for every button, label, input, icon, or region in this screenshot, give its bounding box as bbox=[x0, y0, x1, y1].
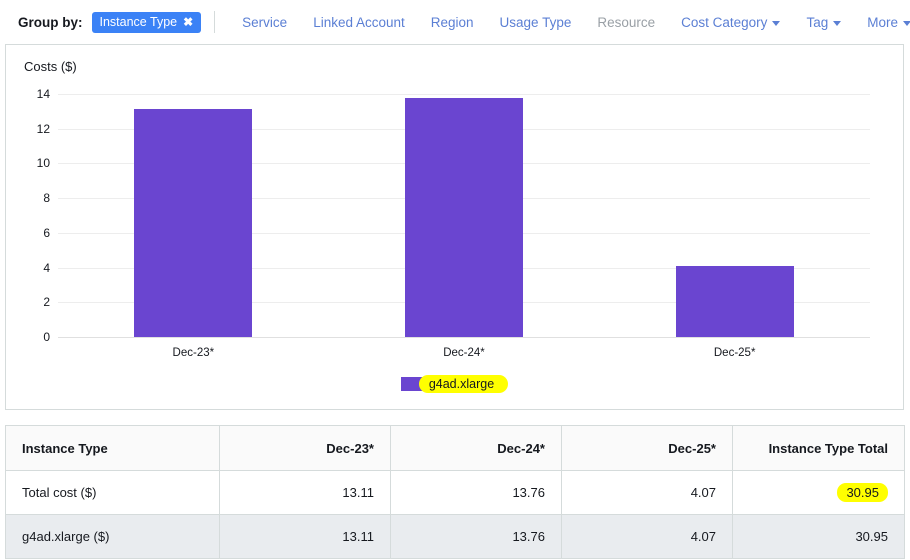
group-by-pill-label: Instance Type bbox=[99, 14, 178, 29]
column-header-instance-type[interactable]: Instance Type bbox=[5, 425, 220, 471]
gridline bbox=[58, 337, 870, 338]
group-by-option-more[interactable]: More bbox=[854, 15, 910, 30]
y-axis-tick-label: 6 bbox=[43, 225, 50, 240]
table-row: Total cost ($) 13.11 13.76 4.07 30.95 bbox=[5, 470, 905, 515]
group-by-option-label: Usage Type bbox=[499, 14, 572, 30]
group-by-label: Group by: bbox=[18, 14, 83, 30]
cost-explorer-view: Group by: Instance Type ✖ Service Linked… bbox=[0, 0, 910, 560]
chevron-down-icon bbox=[902, 20, 910, 26]
x-axis-tick-label: Dec-25* bbox=[713, 347, 756, 359]
group-by-option-cost-category[interactable]: Cost Category bbox=[668, 15, 793, 30]
y-axis-tick-label: 14 bbox=[36, 87, 50, 101]
table-row: g4ad.xlarge ($) 13.11 13.76 4.07 30.95 bbox=[5, 514, 905, 559]
cost-breakdown-table: Instance Type Dec-23* Dec-24* Dec-25* In… bbox=[5, 425, 905, 559]
group-by-option-linked-account[interactable]: Linked Account bbox=[300, 15, 418, 30]
bar-chart-plot-area: 0 2 4 6 8 10 12 14 Dec-23* Dec-24* Dec-25* bbox=[37, 87, 870, 359]
cell-value: 4.07 bbox=[561, 470, 733, 515]
column-header-dec-23[interactable]: Dec-23* bbox=[219, 425, 391, 471]
row-label: g4ad.xlarge ($) bbox=[5, 514, 220, 559]
cell-total: 30.95 bbox=[732, 514, 905, 559]
y-axis-tick-label: 10 bbox=[36, 156, 50, 171]
group-by-selected-pill[interactable]: Instance Type ✖ bbox=[91, 11, 202, 33]
total-highlight: 30.95 bbox=[837, 483, 888, 502]
group-by-option-service[interactable]: Service bbox=[229, 15, 300, 30]
cell-total: 30.95 bbox=[732, 470, 905, 515]
y-axis-tick-label: 4 bbox=[43, 260, 50, 275]
group-by-option-label: Cost Category bbox=[681, 14, 768, 30]
table-header-row: Instance Type Dec-23* Dec-24* Dec-25* In… bbox=[5, 425, 905, 471]
chart-bar[interactable] bbox=[675, 266, 794, 337]
group-by-option-label: More bbox=[867, 14, 898, 30]
x-axis-tick-label: Dec-23* bbox=[172, 347, 215, 359]
legend-label: g4ad.xlarge bbox=[418, 375, 509, 393]
x-axis-tick-label: Dec-24* bbox=[443, 347, 485, 359]
chevron-down-icon bbox=[833, 20, 842, 26]
group-by-toolbar: Group by: Instance Type ✖ Service Linked… bbox=[0, 0, 910, 44]
cell-value: 13.11 bbox=[219, 514, 391, 559]
y-axis-tick-label: 0 bbox=[43, 330, 50, 344]
toolbar-divider bbox=[214, 11, 216, 33]
chevron-down-icon bbox=[772, 20, 781, 26]
group-by-option-label: Tag bbox=[806, 14, 829, 30]
cell-value: 13.76 bbox=[390, 470, 562, 515]
y-axis-tick-label: 2 bbox=[43, 295, 50, 310]
gridline bbox=[58, 94, 870, 95]
chart-legend: g4ad.xlarge bbox=[6, 375, 903, 393]
column-header-instance-type-total[interactable]: Instance Type Total bbox=[732, 425, 905, 471]
chart-axis-title: Costs ($) bbox=[24, 59, 77, 74]
row-label: Total cost ($) bbox=[5, 470, 220, 515]
group-by-option-label: Resource bbox=[597, 14, 656, 30]
group-by-option-label: Region bbox=[430, 14, 474, 30]
group-by-options: Service Linked Account Region Usage Type… bbox=[229, 15, 910, 30]
group-by-option-label: Service bbox=[242, 14, 288, 30]
chart-bar[interactable] bbox=[134, 109, 253, 337]
close-icon[interactable]: ✖ bbox=[183, 16, 193, 28]
group-by-option-label: Linked Account bbox=[313, 14, 405, 30]
column-header-dec-25[interactable]: Dec-25* bbox=[561, 425, 733, 471]
y-axis-tick-label: 8 bbox=[43, 191, 50, 206]
cost-chart-panel: Costs ($) 0 2 4 6 8 10 12 14 Dec-23* Dec-24* Dec-2… bbox=[5, 44, 904, 410]
cell-value: 13.76 bbox=[390, 514, 562, 559]
legend-item[interactable]: g4ad.xlarge bbox=[400, 375, 509, 393]
chart-bar[interactable] bbox=[405, 98, 523, 337]
y-axis-tick-label: 12 bbox=[36, 121, 50, 136]
column-header-dec-24[interactable]: Dec-24* bbox=[390, 425, 562, 471]
group-by-option-tag[interactable]: Tag bbox=[793, 15, 854, 30]
cell-value: 13.11 bbox=[219, 470, 391, 515]
cell-value: 4.07 bbox=[561, 514, 733, 559]
group-by-option-resource: Resource bbox=[584, 15, 668, 30]
group-by-option-region[interactable]: Region bbox=[418, 15, 487, 30]
group-by-option-usage-type[interactable]: Usage Type bbox=[487, 15, 585, 30]
